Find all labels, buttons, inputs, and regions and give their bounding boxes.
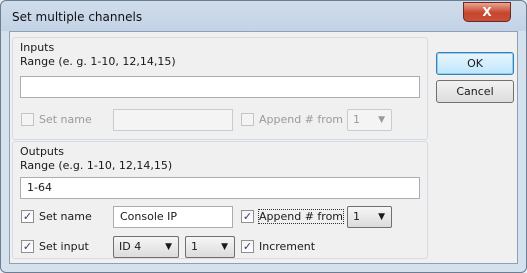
- inputs-append-checkbox[interactable]: [241, 113, 254, 126]
- close-button[interactable]: X: [463, 2, 511, 22]
- dialog-client-area: Inputs Range (e. g. 1-10, 12,14,15) Set …: [9, 31, 518, 264]
- outputs-input-id-value: ID 4: [119, 240, 142, 253]
- outputs-name-input[interactable]: Console IP: [113, 206, 233, 228]
- outputs-input-channel-value: 1: [191, 240, 198, 253]
- outputs-set-name-checkbox[interactable]: ✓: [21, 210, 34, 223]
- outputs-increment-label: Increment: [259, 240, 316, 253]
- inputs-append-label: Append # from: [259, 113, 344, 126]
- chevron-down-icon: ▼: [221, 242, 228, 252]
- close-icon: X: [482, 5, 492, 19]
- inputs-range-label: Range (e. g. 1-10, 12,14,15): [20, 55, 176, 68]
- outputs-input-channel-select[interactable]: 1 ▼: [185, 236, 235, 258]
- inputs-append-from-select[interactable]: 1 ▼: [347, 109, 392, 131]
- dialog-window: Set multiple channels X Inputs Range (e.…: [0, 0, 527, 273]
- window-title: Set multiple channels: [12, 10, 143, 24]
- outputs-range-label: Range (e.g. 1-10, 12,14,15): [20, 159, 173, 172]
- inputs-range-input[interactable]: [20, 76, 420, 98]
- outputs-range-input[interactable]: 1-64: [20, 177, 420, 199]
- outputs-append-checkbox[interactable]: ✓: [241, 210, 254, 223]
- inputs-group: Inputs Range (e. g. 1-10, 12,14,15) Set …: [12, 37, 428, 140]
- inputs-name-input[interactable]: [113, 109, 233, 131]
- inputs-set-name-label: Set name: [39, 113, 92, 126]
- inputs-append-from-value: 1: [353, 113, 360, 126]
- outputs-set-input-label: Set input: [39, 240, 89, 253]
- outputs-input-id-select[interactable]: ID 4 ▼: [113, 236, 179, 258]
- title-bar[interactable]: Set multiple channels X: [1, 1, 526, 31]
- outputs-append-from-select[interactable]: 1 ▼: [347, 206, 392, 228]
- outputs-group: Outputs Range (e.g. 1-10, 12,14,15) 1-64…: [12, 141, 428, 259]
- outputs-append-from-value: 1: [353, 210, 360, 223]
- chevron-down-icon: ▼: [378, 212, 385, 222]
- chevron-down-icon: ▼: [165, 242, 172, 252]
- inputs-group-label: Inputs: [20, 41, 55, 54]
- outputs-append-label: Append # from: [257, 209, 345, 224]
- outputs-increment-checkbox[interactable]: ✓: [241, 240, 254, 253]
- chevron-down-icon: ▼: [378, 115, 385, 125]
- outputs-set-name-label: Set name: [39, 210, 92, 223]
- inputs-set-name-checkbox[interactable]: [21, 113, 34, 126]
- cancel-button[interactable]: Cancel: [436, 80, 514, 103]
- outputs-group-label: Outputs: [20, 145, 64, 158]
- outputs-set-input-checkbox[interactable]: ✓: [21, 240, 34, 253]
- ok-button[interactable]: OK: [436, 52, 514, 75]
